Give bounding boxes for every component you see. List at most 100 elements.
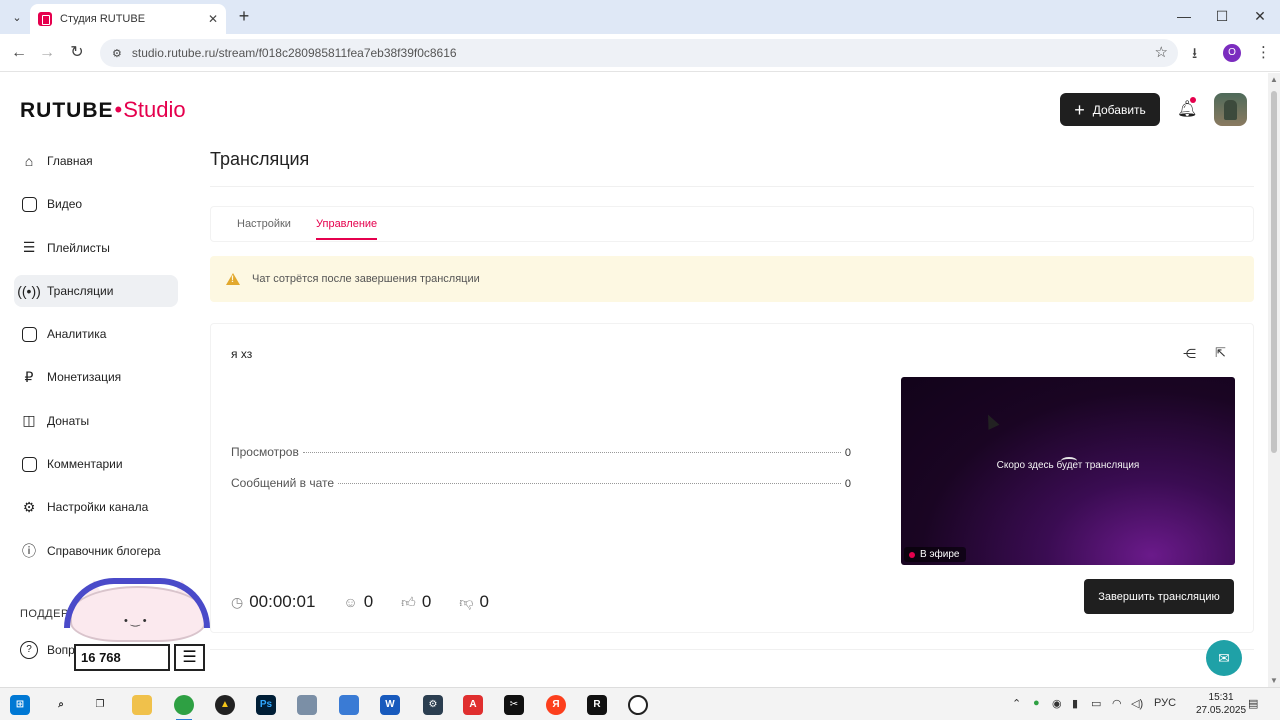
tray-clock[interactable]: 15:31 27.05.2025 <box>1196 691 1246 717</box>
sidebar-item-broadcasts[interactable]: ((•)) Трансляции <box>14 274 178 307</box>
url-text: studio.rutube.ru/stream/f018c280985811fe… <box>131 46 457 60</box>
rutube-favicon-icon <box>38 12 52 26</box>
search-icon[interactable]: ⌕ <box>51 695 71 715</box>
notifications-bell-icon[interactable]: 🔔︎ <box>1177 97 1197 119</box>
close-window-button[interactable]: ✕ <box>1240 4 1280 28</box>
home-icon: ⌂ <box>24 153 34 169</box>
gear-icon: ⚙ <box>22 498 36 515</box>
browser-tab-active[interactable]: Студия RUTUBE ✕ <box>30 4 226 34</box>
bookmark-star-icon[interactable]: ☆ <box>1155 43 1168 61</box>
live-dot-icon <box>909 551 915 558</box>
metric-viewers: ☺ 0 <box>343 592 373 612</box>
dislikes-value: 0 <box>479 592 489 611</box>
sidebar-item-donates[interactable]: ◫ Донаты <box>14 405 178 437</box>
stat-label: Просмотров <box>231 445 299 459</box>
chrome-icon[interactable] <box>174 695 194 720</box>
tab-settings[interactable]: Настройки <box>237 218 291 230</box>
download-icon[interactable]: ⭳ <box>1192 43 1197 68</box>
app-icon-settings[interactable]: ⚙ <box>423 695 443 715</box>
sidebar-item-label: Настройки канала <box>47 500 149 515</box>
windows-start-icon[interactable]: ⊞ <box>10 695 30 715</box>
cat-face: • ‿ • <box>124 615 147 627</box>
hamburger-menu-icon[interactable]: ☰ <box>174 644 205 671</box>
divider <box>210 186 1254 187</box>
address-bar[interactable]: ⚙ studio.rutube.ru/stream/f018c280985811… <box>100 39 1178 67</box>
capcut-icon[interactable]: ✂ <box>504 695 524 715</box>
tray-language[interactable]: РУС <box>1154 697 1176 709</box>
tray-app-icon[interactable]: ● <box>1033 697 1040 709</box>
user-avatar[interactable] <box>1214 93 1247 126</box>
obs-icon[interactable] <box>628 695 648 715</box>
app-icon-generic[interactable] <box>297 695 317 715</box>
rutube-app-icon[interactable]: R <box>587 695 607 715</box>
sidebar-item-label: Видео <box>47 197 83 212</box>
browser-tab-bar: ⌄ Студия RUTUBE ✕ + — ☐ ✕ <box>0 0 1280 34</box>
tray-volume-icon[interactable]: ◁) <box>1131 697 1143 710</box>
new-tab-button[interactable]: + <box>234 6 254 26</box>
word-icon[interactable]: W <box>380 695 400 715</box>
task-view-icon[interactable]: ❐ <box>90 695 110 715</box>
tray-app-icon[interactable]: ◉ <box>1052 697 1062 710</box>
app-icon-warning[interactable]: ▲ <box>215 695 235 715</box>
sidebar-item-analytics[interactable]: Аналитика <box>14 318 178 350</box>
sidebar-item-label: Монетизация <box>47 370 122 385</box>
scrollbar-thumb[interactable] <box>1271 91 1277 453</box>
notification-badge <box>1190 97 1196 103</box>
forward-arrow-icon[interactable]: → <box>36 42 58 64</box>
sidebar-item-playlists[interactable]: ☰ Плейлисты <box>14 232 178 264</box>
open-external-icon[interactable]: ⇱ <box>1215 345 1226 361</box>
logo-brand: RUTUBE <box>20 99 114 122</box>
site-info-icon[interactable]: ⚙ <box>112 47 122 60</box>
app-icon-red[interactable]: A <box>463 695 483 715</box>
cat-overlay-image: • ‿ • <box>64 576 210 642</box>
sidebar-item-video[interactable]: Видео <box>14 188 178 220</box>
notification-center-icon[interactable]: ▤ <box>1248 697 1258 710</box>
metric-dislikes: 👎︎ 0 <box>459 592 489 612</box>
stat-views: Просмотров 0 <box>231 445 851 459</box>
tray-battery-icon[interactable]: ▭ <box>1091 697 1101 710</box>
add-button[interactable]: + Добавить <box>1060 93 1160 126</box>
back-arrow-icon[interactable]: ← <box>8 42 30 64</box>
end-stream-button[interactable]: Завершить трансляцию <box>1084 579 1234 614</box>
stat-value: 0 <box>844 478 851 490</box>
stream-preview[interactable]: Скоро здесь будет трансляция В эфире <box>901 377 1235 565</box>
clock-time: 15:31 <box>1208 692 1234 703</box>
metric-likes: 👍︎ 0 <box>401 592 431 612</box>
page-scrollbar[interactable]: ▲ ▼ <box>1268 73 1280 687</box>
tray-chevron-icon[interactable]: ⌃ <box>1012 697 1021 710</box>
minimize-button[interactable]: — <box>1164 4 1204 28</box>
photoshop-icon[interactable]: Ps <box>256 695 276 715</box>
tray-usb-icon[interactable]: ▮ <box>1072 697 1078 710</box>
rutube-studio-logo[interactable]: RUTUBE • Studio <box>20 97 186 123</box>
tab-search-chevron-icon[interactable]: ⌄ <box>6 6 28 28</box>
sidebar-item-monetization[interactable]: ₽ Монетизация <box>14 361 178 393</box>
dotted-leader <box>338 483 841 484</box>
profile-avatar[interactable]: O <box>1223 44 1241 62</box>
sidebar-item-label: Плейлисты <box>47 240 110 255</box>
file-explorer-icon[interactable] <box>132 695 152 715</box>
sidebar-item-blogger-guide[interactable]: ⓘ Справочник блогера <box>14 535 178 567</box>
analytics-icon <box>20 325 38 343</box>
tab-management[interactable]: Управление <box>316 218 378 240</box>
scroll-up-icon[interactable]: ▲ <box>1270 75 1278 84</box>
live-label: В эфире <box>920 549 960 560</box>
store-icon[interactable] <box>339 695 359 715</box>
viewer-icon: ☺ <box>343 594 358 610</box>
tab-close-icon[interactable]: ✕ <box>208 12 218 26</box>
sidebar-item-comments[interactable]: Комментарии <box>14 448 178 480</box>
next-section <box>210 649 1254 687</box>
metric-duration: ◷ 00:00:01 <box>231 592 315 612</box>
reload-icon[interactable]: ↻ <box>66 42 88 64</box>
tray-wifi-icon[interactable]: ◠ <box>1112 697 1122 710</box>
maximize-button[interactable]: ☐ <box>1202 4 1242 28</box>
logo-dot: • <box>114 97 123 122</box>
share-icon[interactable]: ⋲ <box>1183 346 1196 362</box>
browser-menu-icon[interactable]: ⋮ <box>1256 43 1271 61</box>
support-chat-icon[interactable]: ✉ <box>1206 640 1242 676</box>
sidebar-item-channel-settings[interactable]: ⚙ Настройки канала <box>14 491 178 523</box>
thumbs-down-icon: 👎︎ <box>459 593 474 610</box>
sidebar-item-home[interactable]: ⌂ Главная <box>14 145 178 177</box>
yandex-browser-icon[interactable]: Я <box>546 695 566 715</box>
plus-icon: + <box>1074 99 1085 120</box>
scroll-down-icon[interactable]: ▼ <box>1270 676 1278 685</box>
